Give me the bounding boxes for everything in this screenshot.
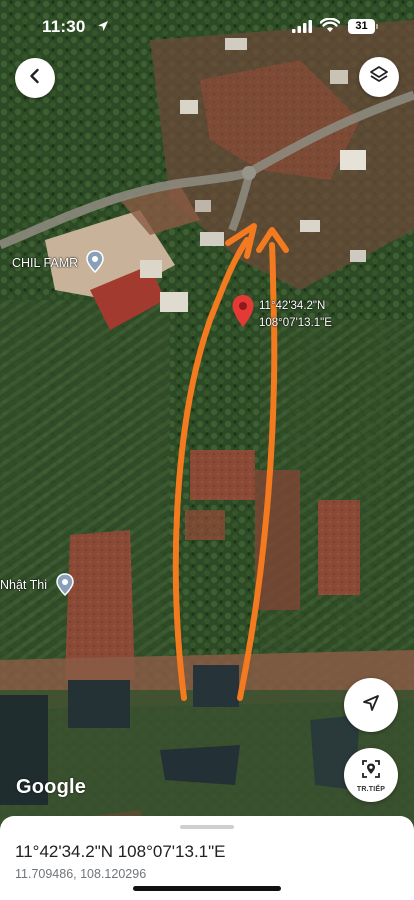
cellular-signal-icon	[292, 20, 312, 38]
back-button[interactable]	[15, 58, 55, 98]
location-search-icon	[360, 758, 382, 785]
sheet-title: 11°42'34.2"N 108°07'13.1"E	[15, 842, 226, 861]
chevron-left-icon	[27, 68, 43, 89]
place-pin-icon[interactable]	[85, 250, 105, 279]
status-bar: 11:30 31	[0, 0, 414, 52]
battery-tip	[376, 24, 378, 29]
dropped-pin-lng: 108°07'13.1"E	[259, 317, 332, 329]
location-arrow-icon	[97, 19, 109, 37]
bottom-sheet[interactable]: 11°42'34.2"N 108°07'13.1"E 11.709486, 10…	[0, 816, 414, 900]
layers-icon	[369, 65, 389, 90]
dropped-pin-lat: 11°42'34.2"N	[259, 300, 326, 312]
home-indicator	[133, 886, 281, 891]
sheet-drag-handle[interactable]	[180, 825, 234, 829]
battery-indicator: 31	[348, 19, 375, 34]
dropped-pin-label: 11°42'34.2"N 108°07'13.1"E	[259, 298, 332, 332]
next-button[interactable]: TR.TIẾP	[344, 748, 398, 802]
place-label-nhat-thi[interactable]: Nhật Thi	[0, 578, 47, 592]
place-pin-icon[interactable]	[55, 573, 75, 602]
place-label-chil-famr[interactable]: CHIL FAMR	[12, 256, 78, 270]
dropped-pin-icon[interactable]	[231, 294, 255, 333]
my-location-button[interactable]	[344, 678, 398, 732]
status-time: 11:30	[42, 17, 86, 36]
google-logo: Google	[16, 776, 87, 798]
wifi-icon	[319, 17, 341, 38]
navigation-arrow-icon	[361, 693, 381, 718]
sheet-decimal-coordinates: 11.709486, 108.120296	[15, 867, 147, 881]
layers-button[interactable]	[359, 57, 399, 97]
next-button-label: TR.TIẾP	[356, 785, 386, 793]
